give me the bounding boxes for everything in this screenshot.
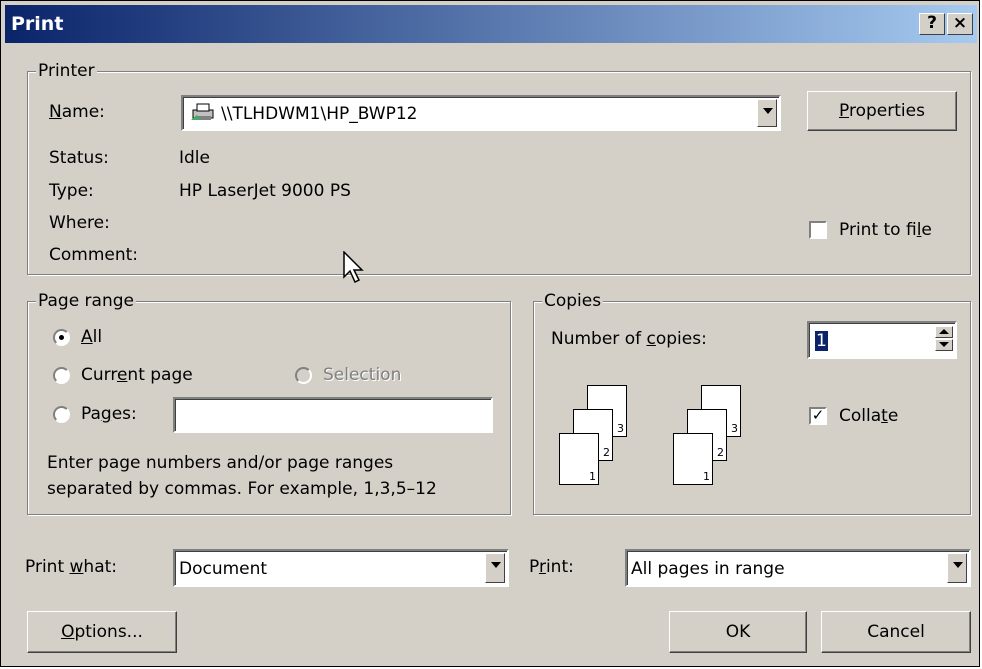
pages-radio[interactable] [53, 406, 70, 423]
page-icon: 1 [559, 433, 599, 485]
collate-illustration-set2: 3 2 1 [671, 381, 751, 485]
collate-label[interactable]: Collate [839, 406, 898, 426]
page-icon: 1 [673, 433, 713, 485]
print-what-label: Print what: [25, 557, 118, 577]
print-what-select[interactable]: Document [173, 549, 509, 587]
type-label: Type: [49, 181, 94, 201]
status-value: Idle [179, 148, 210, 168]
ok-button[interactable]: OK [669, 611, 807, 653]
all-radio[interactable] [53, 329, 70, 346]
print-to-file-label[interactable]: Print to file [839, 220, 932, 240]
number-of-copies-value: 1 [815, 331, 828, 351]
copies-spin-up-icon[interactable] [935, 326, 953, 338]
page-range-hint-line1: Enter page numbers and/or page ranges [47, 453, 394, 473]
pages-label[interactable]: Pages: [81, 404, 137, 424]
dialog-title: Print [11, 13, 64, 35]
collate-checkbox[interactable]: ✓ [809, 407, 827, 425]
copies-spin-down-icon[interactable] [935, 339, 953, 351]
mouse-cursor-icon [343, 250, 365, 292]
printer-name-value: \\TLHDWM1\HP_BWP12 [221, 104, 418, 124]
selection-label: Selection [323, 365, 402, 385]
close-button[interactable]: × [947, 13, 973, 35]
options-button[interactable]: Options... [27, 611, 177, 653]
current-page-label[interactable]: Current page [81, 365, 193, 385]
printer-legend: Printer [36, 61, 97, 81]
page-range-legend: Page range [36, 291, 136, 311]
print-dialog: Print ? × Printer Name: \\TLHDWM1\HP_BWP… [0, 0, 980, 667]
print-select[interactable]: All pages in range [625, 549, 971, 587]
name-label: Name: [49, 102, 105, 122]
type-value: HP LaserJet 9000 PS [179, 181, 351, 201]
collate-illustration-set1: 3 2 1 [557, 381, 637, 485]
page-range-hint-line2: separated by commas. For example, 1,3,5–… [47, 479, 437, 499]
copies-legend: Copies [542, 291, 604, 311]
number-of-copies-input[interactable]: 1 [807, 321, 957, 359]
help-button[interactable]: ? [919, 13, 945, 35]
pages-input[interactable] [173, 397, 493, 433]
print-to-file-checkbox[interactable] [809, 221, 827, 239]
properties-button[interactable]: Properties [807, 91, 957, 131]
print-what-dropdown-icon[interactable] [485, 553, 505, 583]
printer-name-select[interactable]: \\TLHDWM1\HP_BWP12 [181, 95, 781, 131]
comment-label: Comment: [49, 245, 139, 265]
printer-name-dropdown-icon[interactable] [757, 99, 777, 127]
where-label: Where: [49, 213, 110, 233]
print-dropdown-icon[interactable] [947, 553, 967, 583]
title-bar[interactable]: Print ? × [5, 5, 977, 43]
status-label: Status: [49, 148, 109, 168]
all-label[interactable]: All [81, 327, 102, 347]
print-what-value: Document [179, 559, 268, 579]
number-of-copies-label: Number of copies: [551, 329, 707, 349]
print-label: Print: [529, 557, 574, 577]
selection-radio [295, 367, 312, 384]
current-page-radio[interactable] [53, 367, 70, 384]
print-value: All pages in range [631, 559, 785, 579]
cancel-button[interactable]: Cancel [821, 611, 971, 653]
printer-icon [191, 102, 217, 122]
